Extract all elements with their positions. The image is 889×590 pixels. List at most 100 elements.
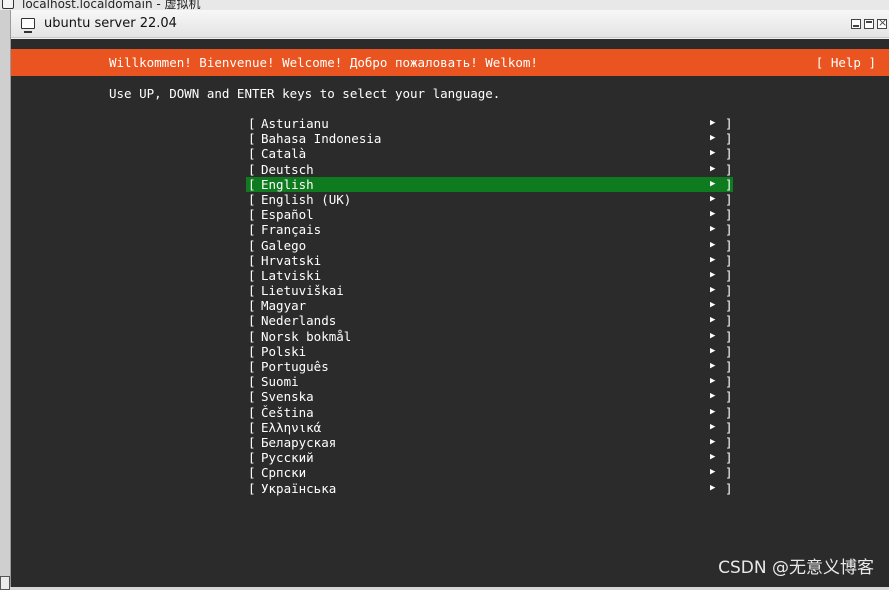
- language-label: English (UK): [261, 191, 352, 207]
- language-option[interactable]: [Lietuviškai ▶]: [246, 283, 733, 298]
- arrow-right-icon: ▶: [710, 482, 716, 493]
- arrow-right-icon: ▶: [710, 391, 716, 402]
- welcome-text: Willkommen! Bienvenue! Welcome! Добро по…: [109, 55, 538, 70]
- right-bracket: ]: [725, 343, 733, 359]
- language-option[interactable]: [ Magyar ▶]: [246, 298, 733, 313]
- language-option[interactable]: [Беларуская ▶]: [246, 435, 733, 450]
- arrow-right-icon: ▶: [710, 436, 716, 447]
- arrow-right-icon: ▶: [710, 376, 716, 387]
- installer-header: Willkommen! Bienvenue! Welcome! Добро по…: [11, 49, 889, 76]
- left-bracket: [: [248, 161, 256, 177]
- arrow-right-icon: ▶: [710, 254, 716, 265]
- library-icon[interactable]: [0, 576, 10, 590]
- left-bracket: [: [248, 116, 256, 131]
- arrow-right-icon: ▶: [710, 345, 716, 356]
- vm-window: ubuntu server 22.04 Willkommen! Bienvenu…: [11, 10, 889, 587]
- left-bracket: [: [248, 191, 256, 207]
- language-label: Čeština: [261, 404, 314, 420]
- language-label: Português: [261, 359, 329, 374]
- language-option[interactable]: [Nederlands ▶]: [246, 313, 733, 328]
- language-option[interactable]: [Asturianu ▶]: [246, 116, 733, 131]
- arrow-right-icon: ▶: [710, 315, 716, 326]
- right-bracket: ]: [725, 359, 733, 374]
- right-bracket: ]: [725, 283, 733, 299]
- minimize-button[interactable]: [851, 19, 861, 29]
- language-label: Ελληνικά: [261, 419, 322, 435]
- help-button[interactable]: [ Help ]: [816, 55, 876, 70]
- left-sidebar-strip: [0, 10, 11, 590]
- left-bracket: [: [248, 389, 256, 405]
- arrow-right-icon: ▶: [710, 406, 716, 417]
- language-option[interactable]: [ Suomi ▶]: [246, 374, 733, 389]
- left-bracket: [: [248, 237, 256, 253]
- right-bracket: ]: [725, 434, 733, 450]
- left-bracket: [: [248, 222, 256, 238]
- language-option[interactable]: [Français ▶]: [246, 222, 733, 237]
- language-label: Français: [261, 222, 322, 238]
- right-bracket: ]: [725, 207, 733, 223]
- language-option[interactable]: [Galego ▶]: [246, 238, 733, 253]
- arrow-right-icon: ▶: [710, 178, 716, 189]
- arrow-right-icon: ▶: [710, 300, 716, 311]
- left-bracket: [: [248, 359, 256, 374]
- right-bracket: ]: [725, 404, 733, 420]
- language-option[interactable]: [Català ▶]: [246, 146, 733, 161]
- installer-terminal[interactable]: Willkommen! Bienvenue! Welcome! Добро по…: [11, 39, 889, 587]
- arrow-right-icon: ▶: [710, 285, 716, 296]
- left-bracket: [: [248, 298, 256, 314]
- right-bracket: ]: [725, 328, 733, 344]
- language-label: Latviski: [261, 267, 322, 283]
- language-option[interactable]: [Українська ▶]: [246, 481, 733, 496]
- left-bracket: [: [248, 207, 256, 223]
- arrow-right-icon: ▶: [710, 118, 716, 128]
- instruction-text: Use UP, DOWN and ENTER keys to select yo…: [109, 86, 501, 101]
- left-bracket: [: [248, 374, 256, 390]
- left-bracket: [: [248, 176, 256, 192]
- language-label: Galego: [261, 237, 307, 253]
- language-label: Српски: [261, 465, 307, 481]
- host-title: localhost.localdomain - 虚拟机: [22, 0, 201, 10]
- language-option[interactable]: [Norsk bokmål ▶]: [246, 329, 733, 344]
- language-label: Asturianu: [261, 116, 329, 131]
- vm-title: ubuntu server 22.04: [44, 16, 177, 31]
- monitor-icon: [21, 18, 35, 33]
- language-option[interactable]: [ Svenska ▶]: [246, 389, 733, 404]
- language-option[interactable]: [Српски ▶]: [246, 465, 733, 480]
- arrow-right-icon: ▶: [710, 239, 716, 250]
- left-bracket: [: [248, 283, 256, 299]
- language-option[interactable]: [Hrvatski ▶]: [246, 253, 733, 268]
- language-label: Suomi: [261, 374, 299, 390]
- language-option[interactable]: [ Čeština ▶]: [246, 405, 733, 420]
- language-option[interactable]: [Ελληνικά ▶]: [246, 420, 733, 435]
- language-label: Deutsch: [261, 161, 314, 177]
- watermark: CSDN @无意义博客: [718, 558, 874, 578]
- language-label: Català: [261, 146, 307, 162]
- right-bracket: ]: [725, 389, 733, 405]
- arrow-right-icon: ▶: [710, 224, 716, 235]
- language-option[interactable]: [Русский ▶]: [246, 450, 733, 465]
- left-bracket: [: [248, 465, 256, 481]
- right-bracket: ]: [725, 374, 733, 390]
- arrow-right-icon: ▶: [710, 330, 716, 341]
- vm-title-bar[interactable]: ubuntu server 22.04: [11, 10, 889, 38]
- right-bracket: ]: [725, 419, 733, 435]
- right-bracket: ]: [725, 465, 733, 481]
- left-bracket: [: [248, 480, 256, 496]
- language-option[interactable]: [English ▶]: [246, 176, 733, 192]
- right-bracket: ]: [725, 252, 733, 268]
- maximize-button[interactable]: [864, 19, 874, 29]
- language-option[interactable]: [Bahasa Indonesia ▶]: [246, 131, 733, 146]
- language-label: Svenska: [261, 389, 314, 405]
- left-bracket: [: [248, 404, 256, 420]
- right-bracket: ]: [725, 267, 733, 283]
- language-option[interactable]: [Deutsch ▶]: [246, 162, 733, 177]
- language-option[interactable]: [Português ▶]: [246, 359, 733, 374]
- right-bracket: ]: [725, 298, 733, 314]
- close-button[interactable]: [877, 16, 887, 29]
- language-option[interactable]: [Polski ▶]: [246, 344, 733, 359]
- language-option[interactable]: [Español ▶]: [246, 207, 733, 222]
- language-label: Magyar: [261, 298, 307, 314]
- language-option[interactable]: [English (UK) ▶]: [246, 192, 733, 207]
- vm-window-icon: [2, 0, 14, 9]
- language-option[interactable]: [Latviski ▶]: [246, 268, 733, 283]
